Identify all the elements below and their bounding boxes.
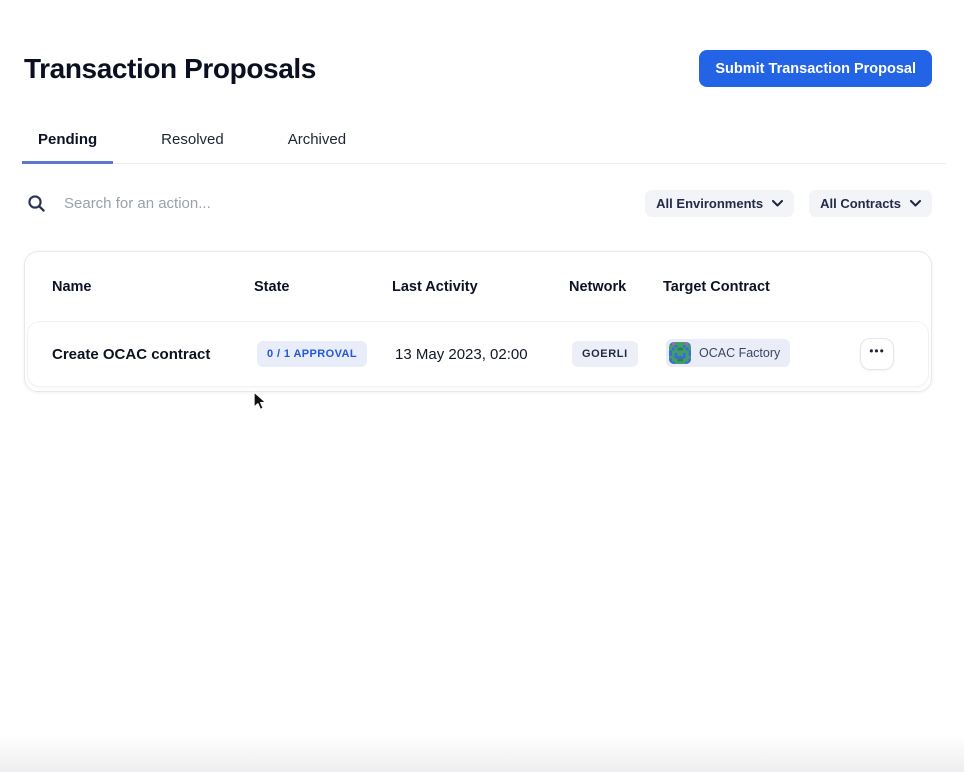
- bottom-fade: [0, 734, 964, 772]
- filter-row: All Environments All Contracts: [27, 190, 932, 217]
- submit-transaction-proposal-button[interactable]: Submit Transaction Proposal: [699, 50, 932, 87]
- environments-filter-dropdown[interactable]: All Environments: [645, 190, 794, 217]
- row-more-actions-button[interactable]: •••: [860, 338, 894, 370]
- chevron-down-icon: [910, 200, 921, 207]
- approval-state-badge: 0 / 1 APPROVAL: [257, 341, 367, 367]
- tab-bar: Pending Resolved Archived: [22, 121, 946, 164]
- blockie-avatar-icon: [669, 342, 691, 364]
- column-header-target-contract: Target Contract: [663, 279, 825, 295]
- proposal-name: Create OCAC contract: [28, 346, 257, 363]
- column-header-network: Network: [569, 279, 663, 295]
- page-header: Transaction Proposals Submit Transaction…: [0, 0, 964, 87]
- column-header-name: Name: [25, 279, 254, 295]
- tab-archived[interactable]: Archived: [272, 121, 362, 164]
- contracts-filter-dropdown[interactable]: All Contracts: [809, 190, 932, 217]
- tab-pending[interactable]: Pending: [22, 121, 113, 164]
- filter-pills: All Environments All Contracts: [645, 190, 932, 217]
- column-header-state: State: [254, 279, 392, 295]
- table-header-row: Name State Last Activity Network Target …: [25, 252, 931, 322]
- column-header-last-activity: Last Activity: [392, 279, 569, 295]
- environments-filter-label: All Environments: [656, 196, 763, 211]
- page-title: Transaction Proposals: [24, 53, 316, 85]
- ellipsis-icon: •••: [869, 345, 885, 357]
- chevron-down-icon: [772, 200, 783, 207]
- target-contract-chip[interactable]: OCAC Factory: [666, 339, 790, 367]
- search-box: [27, 194, 645, 213]
- mouse-cursor: [252, 391, 267, 417]
- contracts-filter-label: All Contracts: [820, 196, 901, 211]
- transaction-proposals-page: { "page": { "title": "Transaction Propos…: [0, 0, 964, 772]
- search-input[interactable]: [64, 195, 404, 212]
- search-icon: [27, 194, 46, 213]
- proposals-table-card: Name State Last Activity Network Target …: [24, 251, 932, 392]
- last-activity-value: 13 May 2023, 02:00: [395, 346, 572, 363]
- target-contract-label: OCAC Factory: [699, 346, 780, 360]
- tab-resolved[interactable]: Resolved: [145, 121, 240, 164]
- table-row[interactable]: Create OCAC contract 0 / 1 APPROVAL 13 M…: [28, 322, 928, 386]
- network-badge: GOERLI: [572, 341, 638, 367]
